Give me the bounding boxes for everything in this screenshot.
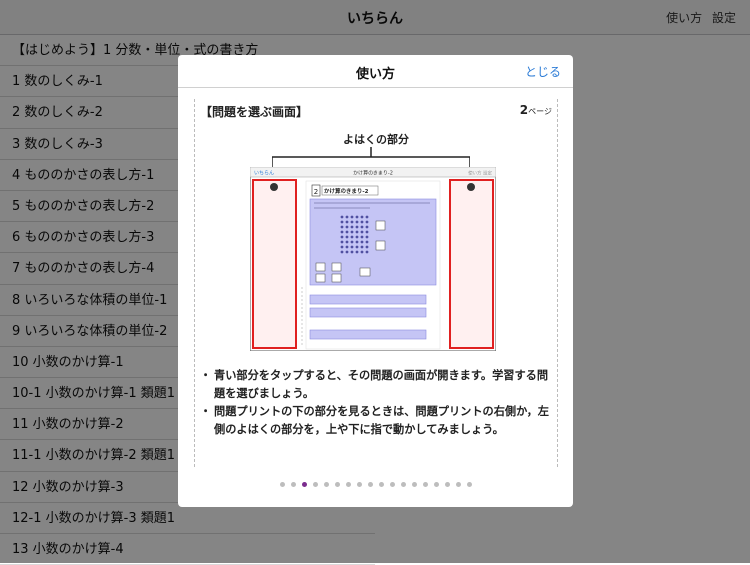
page-dot[interactable] [455,482,461,487]
section-title: 【問題を選ぶ画面】 [200,105,309,119]
page-number: 2ページ [520,103,552,117]
preview-nav-right: 使い方 設定 [468,170,492,177]
right-margin-highlight [449,179,494,349]
screen-preview: いちらん かけ算のきまり-2 使い方 設定 2 かけ算のきまり-2 [250,167,496,351]
page-dot[interactable] [422,482,428,487]
close-button[interactable]: とじる [525,63,561,80]
page-dot[interactable] [334,482,340,487]
page-dot[interactable] [312,482,318,487]
question-3-area [309,307,427,318]
page-dot[interactable] [323,482,329,487]
preview-print-label: かけ算のきまり-2 [324,187,369,195]
usage-dialog: 使い方 とじる 【問題を選ぶ画面】 2ページ よはくの部分 いちらん かけ算のき… [178,55,573,507]
page-dot[interactable] [345,482,351,487]
question-2-area [309,294,427,305]
note-item: 問題プリントの下の部分を見るときは、問題プリントの右側か，左側のよはくの部分を，… [200,403,550,439]
left-pointer-dot [270,183,278,191]
preview-nav-title: かけ算のきまり-2 [353,170,393,177]
preview-nav-left: いちらん [254,171,274,177]
margin-label: よはくの部分 [343,133,409,146]
page-dot[interactable] [356,482,362,487]
page-dot[interactable] [378,482,384,487]
question-4-area [309,329,427,340]
page-dot[interactable] [433,482,439,487]
page-dot[interactable] [400,482,406,487]
dialog-page[interactable]: 【問題を選ぶ画面】 2ページ よはくの部分 いちらん かけ算のきまり-2 使い方… [194,99,558,467]
page-dot[interactable] [290,482,296,487]
page-dot[interactable] [389,482,395,487]
note-item: 青い部分をタップすると、その問題の画面が開きます。学習する問題を選びましょう。 [200,367,550,403]
page-number-suffix: ページ [528,107,552,116]
page-indicator[interactable] [178,482,573,490]
page-dot[interactable] [444,482,450,487]
question-1-area [309,198,437,286]
dialog-header: 使い方 とじる [178,55,573,88]
page-dot[interactable] [466,482,472,487]
dialog-title: 使い方 [355,67,395,82]
right-pointer-dot [467,183,475,191]
left-margin-highlight [252,179,297,349]
page-dot[interactable] [411,482,417,487]
page-number-value: 2 [519,103,529,117]
page-dot-active[interactable] [301,482,307,487]
usage-notes: 青い部分をタップすると、その問題の画面が開きます。学習する問題を選びましょう。 … [200,367,550,439]
page-dot[interactable] [279,482,285,487]
page-dot[interactable] [367,482,373,487]
preview-problem-number: 2 [314,188,318,196]
